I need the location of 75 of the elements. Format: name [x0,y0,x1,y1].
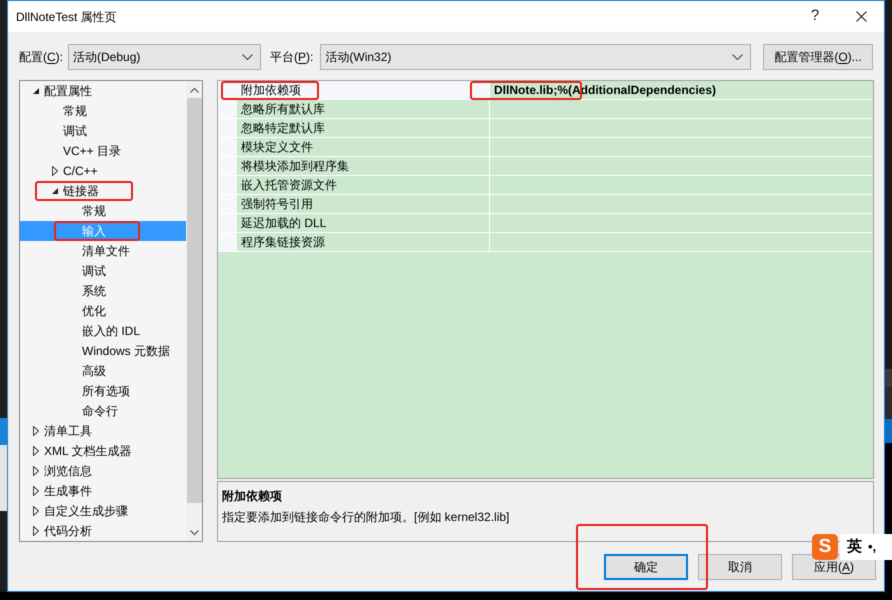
description-title: 附加依赖项 [222,488,283,505]
triangle-right-icon[interactable] [33,446,39,456]
triangle-right-icon[interactable] [33,466,39,476]
property-row[interactable]: 将模块添加到程序集 [218,157,873,176]
property-name-cell[interactable]: 忽略特定默认库 [237,119,490,137]
tree-item[interactable]: 嵌入的 IDL [20,321,186,341]
property-name-cell[interactable]: 将模块添加到程序集 [237,157,490,175]
dialog-button[interactable]: 确定 [604,554,688,580]
property-name-cell[interactable]: 忽略所有默认库 [237,100,490,118]
description-text: 指定要添加到链接命令行的附加项。[例如 kernel32.lib] [222,509,510,526]
triangle-right-icon[interactable] [33,506,39,516]
tree-item[interactable]: 所有选项 [20,381,186,401]
property-row[interactable]: 模块定义文件 [218,138,873,157]
property-row[interactable]: 延迟加载的 DLL [218,214,873,233]
ime-punctuation-label[interactable]: •, [868,537,876,557]
tree-item[interactable]: 配置属性 [20,81,186,101]
property-name-cell[interactable]: 嵌入托管资源文件 [237,176,490,194]
property-name-cell[interactable]: 延迟加载的 DLL [237,214,490,232]
ime-status-bar[interactable]: 英 •, [840,534,892,560]
chevron-up-icon[interactable] [190,86,198,92]
triangle-right-icon[interactable] [33,486,39,496]
property-name-cell[interactable]: 强制符号引用 [237,195,490,213]
configuration-label: 配置(C): [19,49,64,66]
property-value-cell[interactable] [490,119,873,137]
scrollbar-thumb[interactable] [186,98,202,503]
tree-item[interactable]: 高级 [20,361,186,381]
tree-item[interactable]: Windows 元数据 [20,341,186,361]
property-value-cell[interactable] [490,138,873,156]
tree-item[interactable]: 命令行 [20,401,186,421]
window-title: DllNoteTest 属性页 [15,8,117,26]
triangle-down-icon[interactable] [33,88,39,94]
tree-item[interactable]: 链接器 [20,181,186,201]
property-row[interactable]: 忽略所有默认库 [218,100,873,119]
tree-item[interactable]: 清单工具 [20,421,186,441]
property-row[interactable]: 强制符号引用 [218,195,873,214]
tree-item[interactable]: XML 文档生成器 [20,441,186,461]
platform-dropdown[interactable]: 活动(Win32) [320,44,751,70]
tree-item[interactable]: 调试 [20,261,186,281]
triangle-down-icon[interactable] [52,188,58,194]
platform-label: 平台(P): [270,49,314,66]
configuration-manager-button[interactable]: 配置管理器(O)... [763,44,873,70]
property-value-cell[interactable] [490,100,873,118]
property-name-cell[interactable]: 模块定义文件 [237,138,490,156]
tree-item[interactable]: 代码分析 [20,521,186,541]
property-row[interactable]: 忽略特定默认库 [218,119,873,138]
tree-item[interactable]: 浏览信息 [20,461,186,481]
tree-item[interactable]: 生成事件 [20,481,186,501]
property-name-cell[interactable]: 程序集链接资源 [237,233,490,251]
chevron-down-icon[interactable] [190,530,198,536]
property-value-cell[interactable] [490,195,873,213]
tree-item[interactable]: C/C++ [20,161,186,181]
tree-item[interactable]: VC++ 目录 [20,141,186,161]
property-value-cell[interactable] [490,176,873,194]
property-row[interactable]: 程序集链接资源 [218,233,873,252]
property-value-cell[interactable] [490,233,873,251]
property-value-cell[interactable] [490,157,873,175]
configuration-dropdown[interactable]: 活动(Debug) [68,44,262,70]
property-row[interactable]: 嵌入托管资源文件 [218,176,873,195]
dialog-button[interactable]: 取消 [698,554,782,580]
chevron-down-icon [732,54,743,60]
tree-item[interactable]: 自定义生成步骤 [20,501,186,521]
tree-item[interactable]: 清单文件 [20,241,186,261]
triangle-right-icon[interactable] [52,166,58,176]
tree-item[interactable]: 优化 [20,301,186,321]
tree-item[interactable]: 常规 [20,201,186,221]
triangle-right-icon[interactable] [33,526,39,536]
tree-item[interactable]: 系统 [20,281,186,301]
chevron-down-icon [242,54,254,60]
tree-item[interactable]: 调试 [20,121,186,141]
help-button[interactable]: ? [792,1,838,32]
property-value-cell[interactable] [490,214,873,232]
tree-item[interactable]: 常规 [20,101,186,121]
triangle-right-icon[interactable] [33,426,39,436]
close-icon [856,11,866,22]
scrollbar[interactable] [186,81,202,541]
